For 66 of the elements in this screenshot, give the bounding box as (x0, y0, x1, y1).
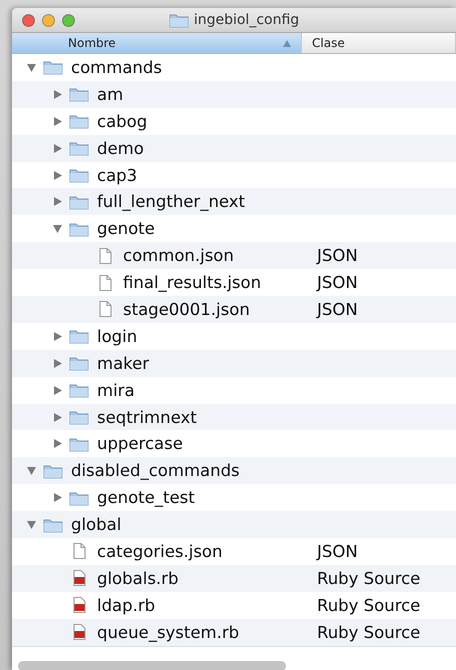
disclosure-triangle-icon[interactable] (52, 88, 63, 100)
scrollbar[interactable] (18, 660, 286, 670)
folder-name[interactable]: mira (97, 380, 135, 400)
disclosure-triangle-icon[interactable] (26, 465, 37, 476)
disclosure-triangle-icon[interactable] (52, 223, 63, 234)
disclosure-triangle-icon[interactable] (52, 492, 63, 504)
folder-name[interactable]: genote_test (97, 488, 195, 508)
disclosure-triangle-icon[interactable] (52, 170, 63, 180)
disclosure-triangle-icon[interactable] (52, 330, 63, 342)
window-title: ingebiol_config (194, 12, 300, 28)
column-header[interactable]: Nombre (12, 33, 302, 53)
folder-icon (69, 382, 89, 398)
folder-icon (69, 220, 89, 237)
folder-name[interactable]: commands (71, 58, 162, 77)
minimize-button[interactable] (42, 14, 55, 26)
folder-name[interactable]: maker (97, 354, 150, 373)
folder-icon (43, 516, 63, 533)
kind-cell-text: JSON (315, 246, 359, 266)
folder-icon (69, 194, 89, 210)
kind-cell-text: Ruby Source (316, 622, 422, 642)
folder-name[interactable]: demo (97, 138, 144, 158)
folder-icon (69, 409, 89, 426)
file-name[interactable]: stage0001.json (123, 300, 250, 319)
disclosure-triangle-icon[interactable] (26, 519, 37, 530)
folder-name[interactable]: am (97, 84, 124, 104)
disclosure-triangle-icon[interactable] (52, 384, 63, 396)
kind-cell-text: JSON (315, 542, 359, 561)
folder-name[interactable]: login (97, 326, 138, 346)
folder-icon (69, 86, 89, 102)
folder-icon (43, 59, 63, 76)
file-name[interactable]: categories.json (97, 542, 222, 561)
disclosure-triangle-icon[interactable] (52, 142, 63, 154)
folder-icon (69, 140, 89, 156)
folder-name[interactable]: genote (97, 219, 155, 238)
zoom-button[interactable] (62, 14, 75, 26)
sort-ascending-icon (283, 40, 291, 46)
disclosure-triangle-icon[interactable] (52, 412, 63, 423)
kind-cell-text: JSON (315, 300, 359, 319)
kind-cell-text: Ruby Source (316, 596, 422, 615)
disclosure-triangle-icon[interactable] (52, 116, 63, 127)
file-name[interactable]: ldap.rb (97, 596, 156, 615)
disclosure-triangle-icon[interactable] (52, 358, 63, 369)
folder-icon (69, 167, 89, 183)
close-button[interactable] (22, 14, 35, 26)
file-name[interactable]: common.json (123, 246, 234, 266)
folder-icon (168, 12, 189, 28)
folder-name[interactable]: seqtrimnext (97, 408, 197, 427)
folder-icon (69, 490, 89, 506)
folder-name[interactable]: cap3 (97, 166, 138, 184)
column-header[interactable]: Clase (302, 33, 456, 53)
folder-name[interactable]: global (71, 515, 122, 534)
folder-icon (69, 328, 89, 344)
file-name[interactable]: final_results.json (123, 273, 262, 292)
disclosure-triangle-icon[interactable] (26, 62, 37, 73)
folder-icon (69, 436, 89, 452)
file-name[interactable]: globals.rb (97, 568, 178, 588)
kind-cell-text: JSON (315, 273, 359, 292)
folder-icon (43, 462, 63, 479)
file-name[interactable]: queue_system.rb (97, 622, 240, 642)
folder-icon (69, 113, 89, 130)
disclosure-triangle-icon[interactable] (52, 196, 63, 208)
folder-name[interactable]: cabog (97, 112, 148, 131)
kind-cell-text: Ruby Source (316, 568, 422, 588)
folder-name[interactable]: uppercase (97, 434, 183, 454)
disclosure-triangle-icon[interactable] (52, 438, 63, 450)
folder-icon (69, 355, 89, 372)
